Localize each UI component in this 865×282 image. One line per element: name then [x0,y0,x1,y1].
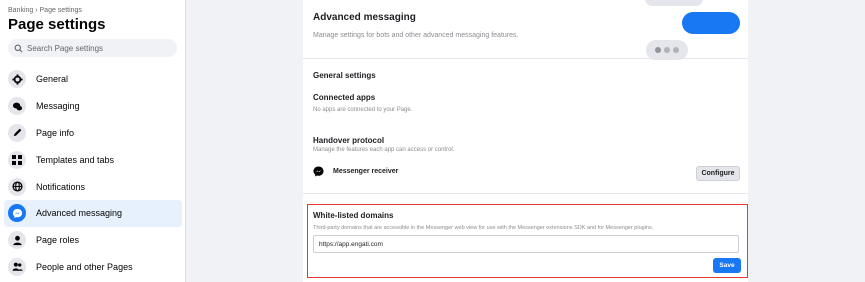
sidebar-item-notifications[interactable]: Notifications [4,173,182,200]
messenger-icon [313,166,324,177]
person-icon [8,231,26,250]
sidebar-item-label: People and other Pages [36,261,133,272]
page-title: Page settings [8,16,106,33]
sidebar-item-messaging[interactable]: Messaging [4,93,182,120]
search-box[interactable] [8,39,177,57]
white-listed-domains-description: Third-party domains that are accessible … [313,225,654,231]
messenger-icon [8,204,26,223]
divider [303,193,748,194]
section-heading: Advanced messaging [313,12,416,23]
decorative-chat-bubble [645,0,703,6]
sidebar: Banking › Page settings Page settings Ge… [0,0,186,282]
globe-icon [8,177,26,196]
configure-button[interactable]: Configure [696,166,740,181]
connected-apps-title: Connected apps [313,93,376,102]
sidebar-item-advanced-messaging[interactable]: Advanced messaging [4,199,182,227]
sidebar-item-label: Advanced messaging [36,208,123,219]
sidebar-item-page-roles[interactable]: Page roles [4,227,182,254]
white-listed-domains-title: White-listed domains [313,211,394,220]
search-input[interactable] [27,43,167,53]
sidebar-item-general[interactable]: General [4,66,182,93]
handover-protocol-description: Manage the features each app can access … [313,147,455,153]
save-button[interactable]: Save [713,258,741,273]
connected-apps-description: No apps are connected to your Page. [313,107,413,113]
sidebar-item-label: Page info [36,127,75,138]
sidebar-item-label: Messaging [36,101,80,112]
search-icon [14,44,23,52]
sidebar-item-page-info[interactable]: Page info [4,120,182,147]
sidebar-item-label: Page roles [36,235,80,246]
typing-indicator [646,40,688,60]
sidebar-item-people-and-other-pages[interactable]: People and other Pages [4,254,182,281]
gear-icon [8,70,26,89]
messenger-receiver-label: Messenger receiver [333,168,399,175]
typing-dot [655,47,661,53]
typing-dot [664,47,670,53]
sidebar-nav: General Messaging Page info Templates an… [4,66,182,280]
sidebar-item-label: Templates and tabs [36,154,115,165]
typing-dot [673,47,679,53]
people-icon [8,257,26,276]
breadcrumb[interactable]: Banking › Page settings [8,7,82,14]
sidebar-item-label: General [36,74,69,85]
sidebar-item-label: Notifications [36,181,86,192]
white-listed-domains-section: White-listed domains Third-party domains… [307,204,748,278]
general-settings-heading: General settings [313,71,376,80]
grid-icon [8,150,26,169]
section-description: Manage settings for bots and other advan… [313,32,519,39]
sidebar-item-templates-and-tabs[interactable]: Templates and tabs [4,146,182,173]
domain-input[interactable] [313,235,739,253]
handover-protocol-title: Handover protocol [313,136,385,145]
decorative-chat-bubble-blue [682,12,740,34]
pencil-icon [8,123,26,142]
chat-bubbles-icon [8,97,26,116]
